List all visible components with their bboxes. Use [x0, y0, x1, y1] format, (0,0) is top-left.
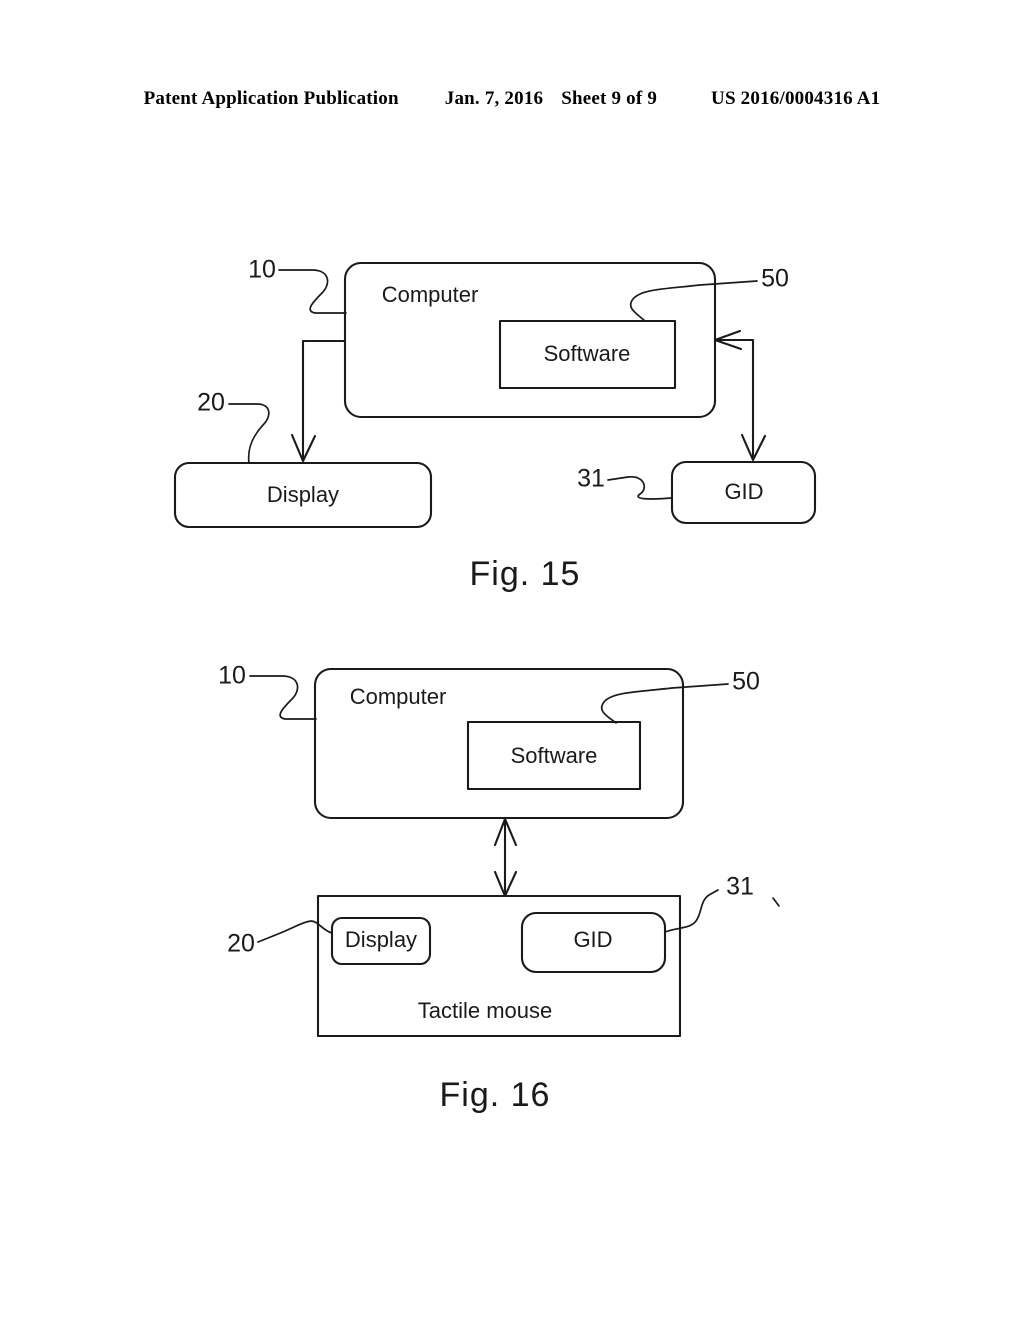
fig15-leader-10	[278, 269, 347, 314]
fig15-leader-31	[607, 476, 673, 500]
fig16-arrow-computer-tactilemouse	[493, 817, 518, 898]
figure-16: Computer Software Tactile mouse Display …	[218, 662, 780, 1114]
fig15-display-label: Display	[267, 482, 339, 507]
fig15-caption: Fig. 15	[470, 555, 581, 593]
fig16-computer-label: Computer	[350, 684, 447, 709]
fig16-numeral-31: 31	[726, 873, 754, 901]
fig15-computer-label: Computer	[382, 282, 479, 307]
fig16-tactile-mouse-label: Tactile mouse	[418, 998, 553, 1023]
fig16-software-label: Software	[511, 743, 598, 768]
fig16-display-label: Display	[345, 927, 417, 952]
fig16-leader-10	[249, 675, 317, 720]
fig15-leader-20	[228, 403, 270, 464]
fig16-numeral-20: 20	[227, 930, 255, 958]
fig16-numeral-50: 50	[732, 668, 760, 696]
fig16-numeral-10: 10	[218, 662, 246, 690]
fig16-gid-label: GID	[573, 927, 612, 952]
fig15-arrow-computer-gid	[713, 329, 767, 462]
figures-svg: Computer Software Display GID 10 50 20 3…	[173, 256, 817, 1114]
fig15-software-label: Software	[544, 341, 631, 366]
fig15-numeral-20: 20	[197, 389, 225, 417]
fig15-numeral-50: 50	[761, 265, 789, 293]
patent-drawing-sheet: Computer Software Display GID 10 50 20 3…	[0, 0, 1024, 1320]
fig16-stray-mark	[772, 897, 780, 907]
fig16-caption: Fig. 16	[440, 1076, 551, 1114]
fig15-gid-label: GID	[724, 479, 763, 504]
fig15-numeral-10: 10	[248, 256, 276, 284]
fig15-arrow-computer-to-display	[290, 339, 347, 463]
fig15-numeral-31: 31	[577, 465, 605, 493]
figure-15: Computer Software Display GID 10 50 20 3…	[173, 256, 817, 593]
